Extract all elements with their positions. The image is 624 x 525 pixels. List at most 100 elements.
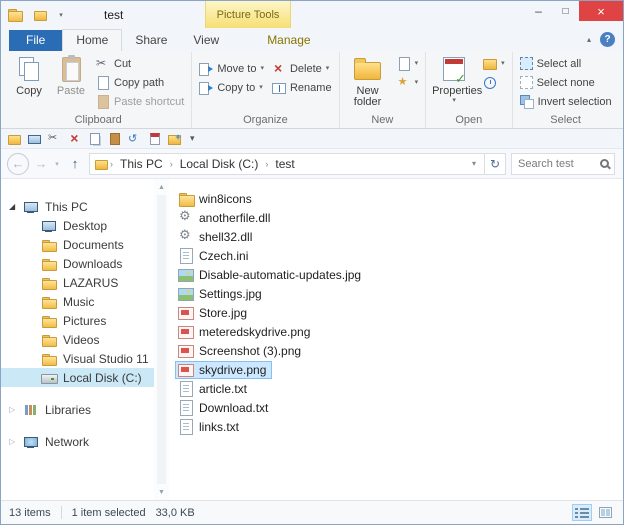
delete-button[interactable]: Delete ▾ xyxy=(268,59,336,78)
file-item-czech-ini[interactable]: Czech.ini xyxy=(175,246,623,265)
file-item-anotherfile-dll[interactable]: anotherfile.dll xyxy=(175,208,623,227)
sidebar-item-music[interactable]: Music xyxy=(1,292,154,311)
desktop-icon xyxy=(41,218,57,234)
file-item-meteredskydrive-png[interactable]: meteredskydrive.png xyxy=(175,322,623,341)
move-to-button[interactable]: Move to ▾ xyxy=(195,59,268,78)
sidebar-item-this-pc[interactable]: ◢ This PC xyxy=(1,197,154,216)
scrollbar-track[interactable] xyxy=(157,195,166,484)
expand-arrow-icon[interactable]: ▷ xyxy=(9,405,23,414)
sidebar-item-visual-studio-11[interactable]: Visual Studio 11 xyxy=(1,349,154,368)
minimize-button[interactable]: – xyxy=(525,1,552,21)
help-icon[interactable]: ? xyxy=(600,32,615,47)
expand-arrow-icon[interactable]: ▷ xyxy=(9,437,23,446)
refresh-button[interactable]: ↻ xyxy=(484,152,506,175)
file-item-links-txt[interactable]: links.txt xyxy=(175,417,623,436)
sidebar-item-documents[interactable]: Documents xyxy=(1,235,154,254)
file-item-screenshot-3-png[interactable]: Screenshot (3).png xyxy=(175,341,623,360)
file-item-download-txt[interactable]: Download.txt xyxy=(175,398,623,417)
file-item-settings-jpg[interactable]: Settings.jpg xyxy=(175,284,623,303)
qat-paste-button[interactable] xyxy=(105,130,123,148)
breadcrumb[interactable]: › This PC › Local Disk (C:) › test ▾ xyxy=(89,152,485,175)
tab-view[interactable]: View xyxy=(180,30,232,51)
minimize-ribbon-icon[interactable]: ▴ xyxy=(587,35,591,44)
tab-manage[interactable]: Manage xyxy=(254,30,323,51)
tab-home[interactable]: Home xyxy=(62,29,123,51)
breadcrumb-item-this-pc[interactable]: This PC xyxy=(115,157,168,171)
maximize-button[interactable]: □ xyxy=(552,1,579,21)
move-to-label: Move to xyxy=(217,62,257,75)
qat-folder-button[interactable] xyxy=(5,130,23,148)
qat-folder-button[interactable] xyxy=(31,6,49,24)
sidebar-item-network[interactable]: ▷ Network xyxy=(1,432,154,451)
easy-access-button[interactable]: ▾ xyxy=(393,73,423,92)
ini-icon xyxy=(178,247,194,264)
select-all-button[interactable]: Select all xyxy=(516,54,616,73)
copy-to-button[interactable]: Copy to ▾ xyxy=(195,78,268,97)
folder-icon xyxy=(33,11,47,21)
open-button[interactable]: ▾ xyxy=(479,54,509,73)
paste-icon xyxy=(61,54,81,82)
qat-copy-button[interactable] xyxy=(85,130,103,148)
qat-customize-button[interactable] xyxy=(185,130,203,148)
recent-pages-chevron-icon[interactable]: ▾ xyxy=(53,160,61,168)
sidebar-item-local-disk-c[interactable]: Local Disk (C:) xyxy=(1,368,154,387)
qat-new-folder-button[interactable] xyxy=(165,130,183,148)
qat-undo-button[interactable] xyxy=(125,130,143,148)
copy-path-button[interactable]: Copy path xyxy=(92,73,188,92)
rename-icon xyxy=(271,83,286,94)
customize-quick-access-button[interactable]: ▾ xyxy=(52,6,70,24)
file-item-win8icons[interactable]: win8icons xyxy=(175,189,623,208)
breadcrumb-item-test[interactable]: test xyxy=(270,157,299,171)
tab-share[interactable]: Share xyxy=(122,30,180,51)
select-none-button[interactable]: Select none xyxy=(516,73,616,92)
move-to-icon xyxy=(199,62,214,76)
new-item-button[interactable]: ▾ xyxy=(393,54,423,73)
forward-button[interactable]: → xyxy=(34,156,48,171)
up-button[interactable]: ↑ xyxy=(66,156,84,171)
scroll-up-icon[interactable]: ▲ xyxy=(158,181,165,193)
file-item-disable-automatic-updates-jpg[interactable]: Disable-automatic-updates.jpg xyxy=(175,265,623,284)
history-button[interactable] xyxy=(479,73,509,92)
sidebar-item-videos[interactable]: Videos xyxy=(1,330,154,349)
invert-selection-button[interactable]: Invert selection xyxy=(516,92,616,111)
sidebar-item-label: Libraries xyxy=(45,402,92,417)
file-item-skydrive-png[interactable]: skydrive.png xyxy=(175,360,623,379)
file-item-shell32-dll[interactable]: shell32.dll xyxy=(175,227,623,246)
sidebar-item-libraries[interactable]: ▷ Libraries xyxy=(1,400,154,419)
file-item-store-jpg[interactable]: Store.jpg xyxy=(175,303,623,322)
breadcrumb-item-local-disk-c[interactable]: Local Disk (C:) xyxy=(175,157,264,171)
view-thumbnails-button[interactable] xyxy=(595,504,615,521)
picture-tools-context-tab[interactable]: Picture Tools xyxy=(205,1,291,28)
sidebar-item-label: Downloads xyxy=(63,256,123,271)
qat-computer-button[interactable] xyxy=(25,130,43,148)
search-input[interactable] xyxy=(518,157,596,170)
dropdown-arrow-icon: ▾ xyxy=(325,65,330,72)
paste-button[interactable]: Paste xyxy=(50,52,92,97)
ribbon-group-select: Select all Select none Invert selection … xyxy=(511,52,619,128)
sidebar-item-downloads[interactable]: Downloads xyxy=(1,254,154,273)
collapse-arrow-icon[interactable]: ◢ xyxy=(9,202,23,211)
qat-cut-button[interactable] xyxy=(45,130,63,148)
rename-button[interactable]: Rename xyxy=(268,78,336,97)
new-folder-button[interactable]: New folder xyxy=(343,52,393,108)
sidebar-item-pictures[interactable]: Pictures xyxy=(1,311,154,330)
sidebar-scrollbar[interactable]: ▲ ▼ xyxy=(154,179,169,500)
properties-button[interactable]: Properties ▾ xyxy=(429,52,482,104)
sidebar-item-desktop[interactable]: Desktop xyxy=(1,216,154,235)
sidebar-item-lazarus[interactable]: LAZARUS xyxy=(1,273,154,292)
file-item-article-txt[interactable]: article.txt xyxy=(175,379,623,398)
qat-properties-button[interactable] xyxy=(145,130,163,148)
sidebar-item-label: Visual Studio 11 xyxy=(63,351,149,366)
close-button[interactable]: × xyxy=(579,1,623,21)
breadcrumb-dropdown-icon[interactable]: ▾ xyxy=(469,159,479,168)
history-icon xyxy=(484,76,497,89)
copy-icon xyxy=(89,133,100,145)
tab-file[interactable]: File xyxy=(9,30,63,51)
back-button[interactable]: ← xyxy=(7,152,29,175)
view-details-button[interactable] xyxy=(572,504,592,521)
scroll-down-icon[interactable]: ▼ xyxy=(158,486,165,498)
copy-button[interactable]: Copy xyxy=(8,52,50,97)
qat-delete-button[interactable] xyxy=(65,130,83,148)
cut-button[interactable]: Cut xyxy=(92,54,188,73)
paste-shortcut-button[interactable]: Paste shortcut xyxy=(92,92,188,111)
